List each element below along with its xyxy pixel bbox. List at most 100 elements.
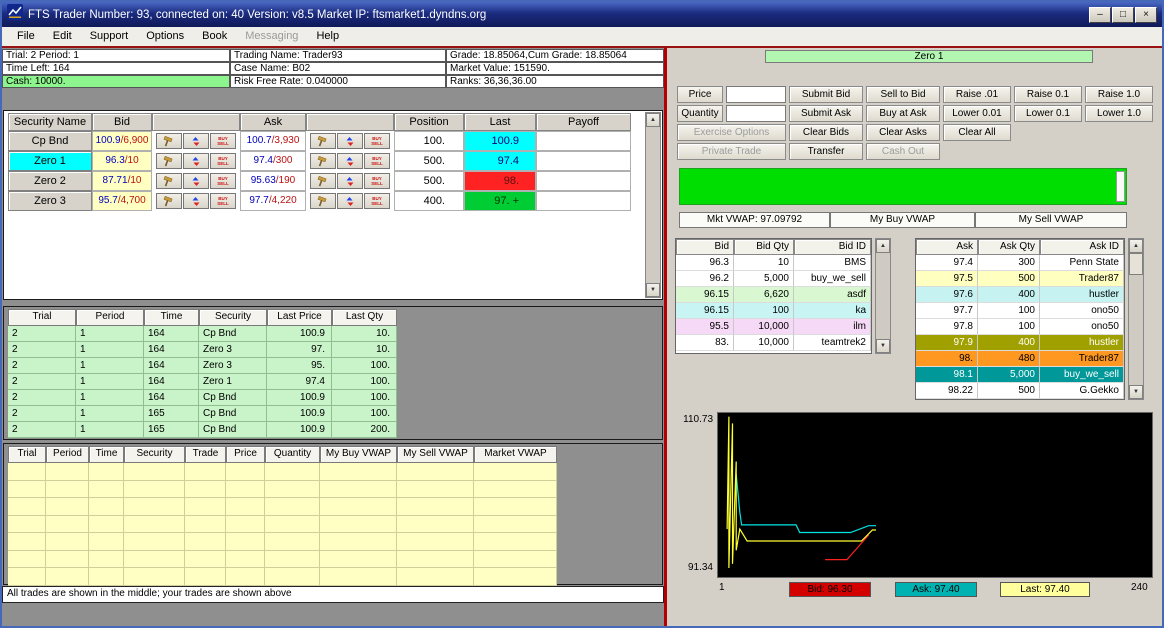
- menu-item-edit[interactable]: Edit: [44, 28, 81, 45]
- bid-arrows-button[interactable]: [183, 173, 209, 189]
- close-button[interactable]: ×: [1135, 6, 1157, 23]
- scroll-up-icon[interactable]: ▲: [1129, 239, 1143, 253]
- bid-hammer-button[interactable]: [156, 133, 182, 149]
- info-cell-2-0: Cash: 10000.: [2, 75, 230, 88]
- ask-arrows-button[interactable]: [337, 153, 363, 169]
- bid-hammer-button[interactable]: [156, 173, 182, 189]
- ask-book-row[interactable]: 97.8 100 ono50: [916, 319, 1124, 335]
- raise-001-button[interactable]: Raise .01: [943, 86, 1011, 103]
- chart-x-max-label: 240: [1131, 582, 1148, 593]
- menu-item-book[interactable]: Book: [193, 28, 236, 45]
- ask-book-row[interactable]: 97.9 400 hustler: [916, 335, 1124, 351]
- ask-book-row[interactable]: 98.22 500 G.Gekko: [916, 383, 1124, 399]
- clear-bids-button[interactable]: Clear Bids: [789, 124, 863, 141]
- bid-book-row[interactable]: 83. 10,000 teamtrek2: [676, 335, 871, 351]
- market-trade-row: 2 1 165 Cp Bnd 100.9 200.: [8, 422, 397, 438]
- bid-quote-cell[interactable]: 87.71/10: [92, 171, 152, 191]
- menu-item-help[interactable]: Help: [307, 28, 348, 45]
- lower-01-button[interactable]: Lower 0.1: [1014, 105, 1082, 122]
- bid-buysell-button[interactable]: BUY SELL: [210, 193, 236, 209]
- ask-quote-cell[interactable]: 97.4/300: [240, 151, 306, 171]
- ask-book-row[interactable]: 98. 480 Trader87: [916, 351, 1124, 367]
- scroll-up-icon[interactable]: ▲: [646, 113, 660, 127]
- ask-book-scrollbar[interactable]: ▲ ▼: [1128, 238, 1144, 400]
- bid-hammer-button[interactable]: [156, 153, 182, 169]
- bid-mini-buttons: BUY SELL: [152, 151, 240, 171]
- scroll-down-icon[interactable]: ▼: [876, 339, 890, 353]
- lower-001-button[interactable]: Lower 0.01: [943, 105, 1011, 122]
- bid-arrows-button[interactable]: [183, 133, 209, 149]
- ask-hammer-button[interactable]: [310, 173, 336, 189]
- ask-arrows-button[interactable]: [337, 193, 363, 209]
- security-name-cell[interactable]: Zero 1: [8, 151, 92, 171]
- ask-quote-cell[interactable]: 95.63/190: [240, 171, 306, 191]
- raise-10-button[interactable]: Raise 1.0: [1085, 86, 1153, 103]
- bid-book-row[interactable]: 96.3 10 BMS: [676, 255, 871, 271]
- ask-book-row[interactable]: 97.5 500 Trader87: [916, 271, 1124, 287]
- bid-hammer-button[interactable]: [156, 193, 182, 209]
- ask-buysell-button[interactable]: BUY SELL: [364, 193, 390, 209]
- bid-book-scrollbar[interactable]: ▲ ▼: [875, 238, 891, 354]
- sell-to-bid-button[interactable]: Sell to Bid: [866, 86, 940, 103]
- ask-quote-cell[interactable]: 100.7/3,930: [240, 131, 306, 151]
- lower-10-button[interactable]: Lower 1.0: [1085, 105, 1153, 122]
- ask-hammer-button[interactable]: [310, 153, 336, 169]
- submit-ask-button[interactable]: Submit Ask: [789, 105, 863, 122]
- clear-all-button[interactable]: Clear All: [943, 124, 1011, 141]
- price-input[interactable]: [726, 86, 786, 103]
- ask-arrows-button[interactable]: [337, 173, 363, 189]
- position-cell: 500.: [394, 171, 464, 191]
- bid-buysell-button[interactable]: BUY SELL: [210, 173, 236, 189]
- ask-quote-cell[interactable]: 97.7/4,220: [240, 191, 306, 211]
- ask-buysell-button[interactable]: BUY SELL: [364, 173, 390, 189]
- ask-hammer-button[interactable]: [310, 133, 336, 149]
- bid-book-row[interactable]: 96.15 6,620 asdf: [676, 287, 871, 303]
- ask-buysell-button[interactable]: BUY SELL: [364, 133, 390, 149]
- bid-buysell-button[interactable]: BUY SELL: [210, 153, 236, 169]
- security-name-cell[interactable]: Zero 3: [8, 191, 92, 211]
- menu-item-file[interactable]: File: [8, 28, 44, 45]
- quantity-input[interactable]: [726, 105, 786, 122]
- menu-item-messaging[interactable]: Messaging: [236, 28, 307, 45]
- ask-book-row[interactable]: 97.7 100 ono50: [916, 303, 1124, 319]
- transfer-button[interactable]: Transfer: [789, 143, 863, 160]
- my-trades-header-my-buy-vwap: My Buy VWAP: [320, 446, 397, 463]
- bid-quote-cell[interactable]: 100.9/6,900: [92, 131, 152, 151]
- maximize-button[interactable]: □: [1112, 6, 1134, 23]
- bid-buysell-button[interactable]: BUY SELL: [210, 133, 236, 149]
- my-trades-header: Trial Period Time Security Trade Price Quantit…: [8, 446, 557, 463]
- bid-arrows-button[interactable]: [183, 153, 209, 169]
- security-name-cell[interactable]: Cp Bnd: [8, 131, 92, 151]
- ask-hammer-button[interactable]: [310, 193, 336, 209]
- menu-item-support[interactable]: Support: [81, 28, 138, 45]
- minimize-button[interactable]: –: [1089, 6, 1111, 23]
- scroll-up-icon[interactable]: ▲: [876, 239, 890, 253]
- last-price-cell: 98.: [464, 171, 536, 191]
- bid-book-row[interactable]: 95.5 10,000 ilm: [676, 319, 871, 335]
- bid-quote-cell[interactable]: 96.3/10: [92, 151, 152, 171]
- my-trades-header-trial: Trial: [8, 446, 46, 463]
- bid-arrows-button[interactable]: [183, 193, 209, 209]
- securities-scrollbar[interactable]: ▲ ▼: [645, 112, 661, 298]
- clear-asks-button[interactable]: Clear Asks: [866, 124, 940, 141]
- security-row-zero-1: Zero 1 96.3/10 BUY SELL 97.4/300 BUY SELL 500. 9…: [8, 151, 631, 171]
- ask-buysell-button[interactable]: BUY SELL: [364, 153, 390, 169]
- last-price-cell: 97. +: [464, 191, 536, 211]
- bid-book-row[interactable]: 96.2 5,000 buy_we_sell: [676, 271, 871, 287]
- scroll-thumb[interactable]: [1129, 253, 1143, 275]
- ask-mini-buttons: BUY SELL: [306, 151, 394, 171]
- menu-item-options[interactable]: Options: [137, 28, 193, 45]
- scroll-down-icon[interactable]: ▼: [646, 283, 660, 297]
- raise-01-button[interactable]: Raise 0.1: [1014, 86, 1082, 103]
- ask-book-row[interactable]: 97.4 300 Penn State: [916, 255, 1124, 271]
- buy-at-ask-button[interactable]: Buy at Ask: [866, 105, 940, 122]
- submit-bid-button[interactable]: Submit Bid: [789, 86, 863, 103]
- bid-book-row[interactable]: 96.15 100 ka: [676, 303, 871, 319]
- security-name-cell[interactable]: Zero 2: [8, 171, 92, 191]
- scroll-down-icon[interactable]: ▼: [1129, 385, 1143, 399]
- ask-arrows-button[interactable]: [337, 133, 363, 149]
- bid-quote-cell[interactable]: 95.7/4,700: [92, 191, 152, 211]
- ask-book-row[interactable]: 98.1 5,000 buy_we_sell: [916, 367, 1124, 383]
- market-status-banner: [679, 168, 1127, 205]
- ask-book-row[interactable]: 97.6 400 hustler: [916, 287, 1124, 303]
